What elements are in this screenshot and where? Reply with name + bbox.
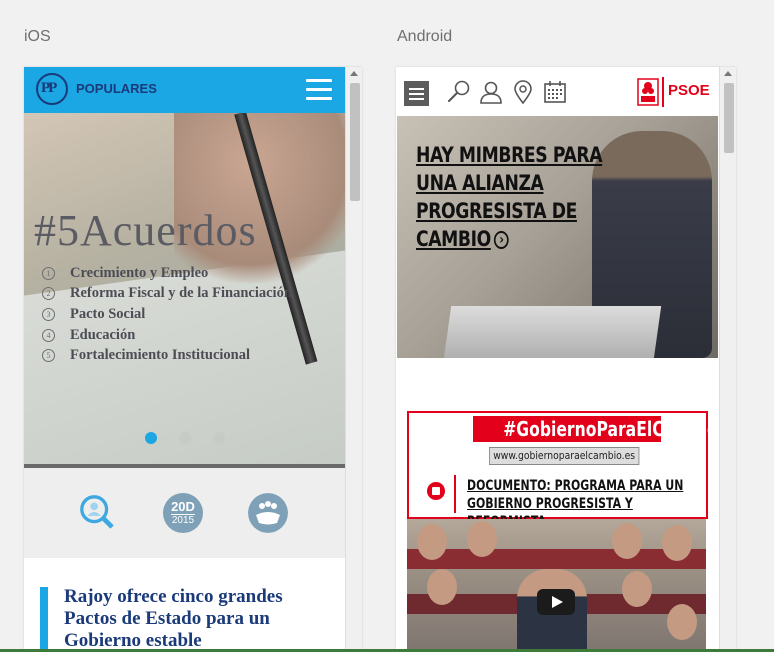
- 20d-2015-icon[interactable]: 20D 2015: [163, 493, 203, 533]
- psoe-header: PSOE: [396, 67, 720, 116]
- news-card[interactable]: Rajoy ofrece cinco grandes Pactos de Est…: [24, 558, 346, 652]
- community-hands-icon[interactable]: [248, 493, 288, 533]
- pp-brand: POPULARES: [76, 81, 157, 96]
- doc-divider: [454, 475, 456, 513]
- hero-image[interactable]: HAY MIMBRES PARA UNA ALIANZA PROGRESISTA…: [397, 116, 718, 358]
- list-item: 2 Reforma Fiscal y de la Financiación: [42, 284, 292, 305]
- search-person-icon[interactable]: [78, 493, 118, 533]
- calendar-icon[interactable]: [542, 79, 568, 105]
- carousel-dot-3[interactable]: [213, 432, 225, 444]
- arrow-right-circle-icon[interactable]: ›: [494, 231, 509, 249]
- video-player[interactable]: [407, 519, 706, 652]
- pp-logo-text: PP: [41, 80, 57, 96]
- agreements-list: 1 Crecimiento y Empleo 2 Reforma Fiscal y …: [42, 263, 292, 366]
- slide-title: #5Acuerdos: [34, 206, 257, 255]
- ios-scrollbar[interactable]: [345, 67, 362, 652]
- search-icon[interactable]: [446, 79, 472, 105]
- user-icon[interactable]: [478, 79, 504, 105]
- website-url[interactable]: www.gobiernoparaelcambio.es: [489, 447, 640, 465]
- list-item: 5 Fortalecimiento Institucional: [42, 345, 292, 366]
- android-screen: PSOE HAY MIMBRES PARA UNA ALIANZA PROGRE…: [396, 67, 736, 652]
- carousel-dot-1[interactable]: [145, 432, 157, 444]
- campaign-banner[interactable]: #GobiernoParaElCambio www.gobiernoparael…: [407, 411, 718, 530]
- ios-screen: PP POPULARES #5Acuerdos 1 Crecimiento y E…: [24, 67, 362, 652]
- hamburger-menu-icon[interactable]: [306, 79, 332, 101]
- ios-scrollbar-thumb[interactable]: [350, 83, 360, 201]
- play-button-icon[interactable]: [537, 589, 575, 615]
- hero-slide[interactable]: #5Acuerdos 1 Crecimiento y Empleo 2 Reform…: [24, 113, 346, 465]
- news-accent-bar: [40, 587, 48, 652]
- android-scrollbar[interactable]: [719, 67, 736, 652]
- list-item: 4 Educación: [42, 325, 292, 346]
- hero-headline[interactable]: HAY MIMBRES PARA UNA ALIANZA PROGRESISTA…: [416, 141, 613, 253]
- list-item: 1 Crecimiento y Empleo: [42, 263, 292, 284]
- android-scrollbar-thumb[interactable]: [724, 83, 734, 153]
- news-title[interactable]: Rajoy ofrece cinco grandes Pactos de Est…: [64, 586, 334, 652]
- pp-header: PP POPULARES: [24, 67, 346, 113]
- menu-icon[interactable]: [404, 81, 429, 106]
- psoe-rose-logo[interactable]: [636, 77, 660, 107]
- icon-bar: 20D 2015: [24, 468, 346, 558]
- location-pin-icon[interactable]: [510, 79, 536, 105]
- hashtag-label: #GobiernoParaElCambio: [473, 416, 718, 442]
- android-label: Android: [397, 28, 453, 45]
- pp-logo[interactable]: PP: [36, 73, 68, 105]
- psoe-brand: PSOE: [668, 82, 710, 99]
- carousel-dots: [24, 431, 346, 449]
- document-icon: [427, 482, 445, 500]
- brand-divider: [662, 77, 664, 107]
- ios-label: iOS: [24, 28, 51, 45]
- carousel-dot-2[interactable]: [179, 432, 191, 444]
- podium: [442, 306, 662, 358]
- list-item: 3 Pacto Social: [42, 304, 292, 325]
